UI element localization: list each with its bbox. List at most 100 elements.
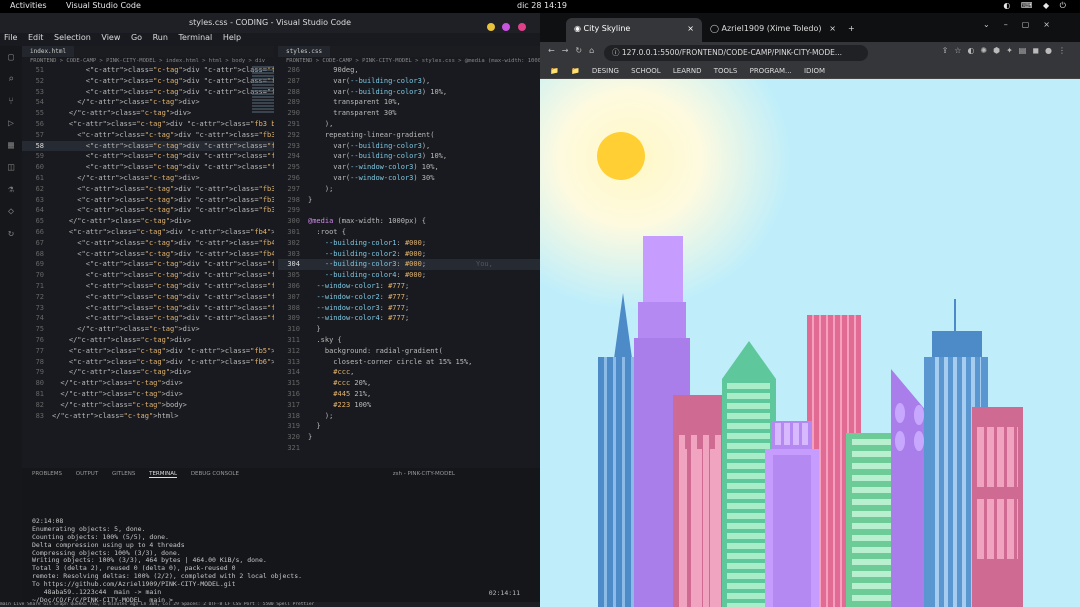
code-line[interactable]: 79 </"c-attr">class="c-tag">div> (22, 367, 274, 378)
code-line[interactable]: 306 --window-color1: #777; (278, 281, 540, 292)
code-line[interactable]: 292 repeating-linear-gradient( (278, 130, 540, 141)
code-line[interactable]: 312 background: radial-gradient( (278, 346, 540, 357)
code-line[interactable]: 72 <"c-attr">class="c-tag">div "c-attr">… (22, 292, 274, 303)
code-line[interactable]: 63 <"c-attr">class="c-tag">div "c-attr">… (22, 195, 274, 206)
testing-icon[interactable]: ⚗ (0, 178, 22, 200)
code-line[interactable]: 71 <"c-attr">class="c-tag">div "c-attr">… (22, 281, 274, 292)
bookmark-program[interactable]: PROGRAM... (750, 67, 792, 75)
code-line[interactable]: 304 --building-color3: #000; You, (278, 259, 540, 271)
menu-go[interactable]: Go (131, 33, 142, 42)
tab-github-profile[interactable]: ◯ Azriel1909 (Xime Toledo) × (702, 18, 840, 42)
extensions-toolbar[interactable]: ⇪☆◐✺⬢✦▤◼●⋮ (942, 46, 1072, 55)
nav-buttons[interactable]: ←→↻⌂ (548, 46, 601, 55)
code-line[interactable]: 66 <"c-attr">class="c-tag">div "c-attr">… (22, 227, 274, 238)
code-line[interactable]: 307 --window-color2: #777; (278, 292, 540, 303)
bookmark-folder-brown[interactable]: 📁 (571, 67, 580, 75)
tab-city-skyline[interactable]: ◉ City Skyline × (566, 18, 702, 42)
tab-terminal[interactable]: TERMINAL (149, 471, 178, 478)
code-line[interactable]: 303 --building-color2: #000; (278, 249, 540, 260)
terminal-output[interactable]: 02:14:08 Enumerating objects: 5, done. Cou… (22, 480, 540, 605)
extensions-icon[interactable]: ▦ (0, 134, 22, 156)
code-line[interactable]: 290 transparent 30% (278, 108, 540, 119)
code-line[interactable]: 82 </"c-attr">class="c-tag">body> (22, 400, 274, 411)
close-icon[interactable] (518, 23, 526, 31)
code-line[interactable]: 311 .sky { (278, 335, 540, 346)
code-line[interactable]: 316 #445 21%, (278, 389, 540, 400)
git-graph-icon[interactable]: ◇ (0, 200, 22, 222)
bookmark-desing[interactable]: DESING (592, 67, 619, 75)
system-tray[interactable]: ◐ ⌨ ◆ ⏻ (1003, 1, 1070, 11)
code-line[interactable]: 296 var(--window-color3) 30% (278, 173, 540, 184)
code-line[interactable]: 56 <"c-attr">class="c-tag">div "c-attr">… (22, 119, 274, 130)
code-line[interactable]: 302 --building-color1: #000; (278, 238, 540, 249)
code-line[interactable]: 75 </"c-attr">class="c-tag">div> (22, 324, 274, 335)
code-line[interactable]: 287 var(--building-color3), (278, 76, 540, 87)
bookmark-folder-heart[interactable]: 📁 (550, 67, 559, 75)
explorer-icon[interactable]: ▢ (0, 46, 22, 68)
code-line[interactable]: 317 #223 100% (278, 400, 540, 411)
system-clock[interactable]: dic 28 14:19 (517, 1, 567, 10)
menu-view[interactable]: View (101, 33, 120, 42)
code-line[interactable]: 74 <"c-attr">class="c-tag">div "c-attr">… (22, 313, 274, 324)
code-line[interactable]: 67 <"c-attr">class="c-tag">div "c-attr">… (22, 238, 274, 249)
code-line[interactable]: 321 (278, 443, 540, 454)
breadcrumb-right[interactable]: FRONTEND > CODE-CAMP > PINK-CITY-MODEL >… (278, 57, 540, 65)
tab-gitlens[interactable]: GITLENS (112, 471, 135, 477)
new-tab-button[interactable]: + (840, 18, 860, 42)
code-line[interactable]: 305 --building-color4: #000; (278, 270, 540, 281)
menu-run[interactable]: Run (153, 33, 168, 42)
activities-button[interactable]: Activities (10, 1, 47, 10)
code-line[interactable]: 308 --window-color3: #777; (278, 303, 540, 314)
code-line[interactable]: 77 <"c-attr">class="c-tag">div "c-attr">… (22, 346, 274, 357)
code-line[interactable]: 68 <"c-attr">class="c-tag">div "c-attr">… (22, 249, 274, 260)
code-line[interactable]: 52 <"c-attr">class="c-tag">div "c-attr">… (22, 76, 274, 87)
code-line[interactable]: 291 ), (278, 119, 540, 130)
breadcrumb-left[interactable]: FRONTEND > CODE-CAMP > PINK-CITY-MODEL >… (22, 57, 274, 65)
code-line[interactable]: 59 <"c-attr">class="c-tag">div "c-attr">… (22, 151, 274, 162)
terminal-panel[interactable]: PROBLEMS OUTPUT GITLENS TERMINAL DEBUG C… (22, 468, 540, 605)
code-line[interactable]: 318 ); (278, 411, 540, 422)
code-line[interactable]: 64 <"c-attr">class="c-tag">div "c-attr">… (22, 205, 274, 216)
code-line[interactable]: 301 :root { (278, 227, 540, 238)
code-line[interactable]: 76 </"c-attr">class="c-tag">div> (22, 335, 274, 346)
code-line[interactable]: 294 var(--building-color3) 10%, (278, 151, 540, 162)
status-bar[interactable]: main Live Share Git Graph Quokka You, 6 … (0, 602, 540, 607)
code-line[interactable]: 61 </"c-attr">class="c-tag">div> (22, 173, 274, 184)
code-line[interactable]: 309 --window-color4: #777; (278, 313, 540, 324)
code-line[interactable]: 289 transparent 10%, (278, 97, 540, 108)
code-editor-right[interactable]: 286 90deg, 287 var(--building-color3), 288… (278, 65, 540, 454)
code-line[interactable]: 310 } (278, 324, 540, 335)
code-line[interactable]: 62 <"c-attr">class="c-tag">div "c-attr">… (22, 184, 274, 195)
code-line[interactable]: 319 } (278, 421, 540, 432)
bookmark-school[interactable]: SCHOOL (631, 67, 661, 75)
tab-debug-console[interactable]: DEBUG CONSOLE (191, 471, 239, 477)
terminal-instance-label[interactable]: zsh - PINK-CITY-MODEL (393, 471, 455, 477)
window-controls[interactable]: ⌄–▢× (983, 20, 1064, 29)
code-line[interactable]: 298} (278, 195, 540, 206)
code-line[interactable]: 314 #ccc, (278, 367, 540, 378)
address-bar[interactable]: ⓘ 127.0.0.1:5500/FRONTEND/CODE-CAMP/PINK… (604, 45, 868, 61)
code-line[interactable]: 70 <"c-attr">class="c-tag">div "c-attr">… (22, 270, 274, 281)
code-line[interactable]: 81 </"c-attr">class="c-tag">div> (22, 389, 274, 400)
code-line[interactable]: 58 <"c-attr">class="c-tag">div "c-attr">… (22, 140, 274, 152)
tab-styles-css[interactable]: styles.css (278, 46, 331, 57)
code-editor-left[interactable]: 51 <"c-attr">class="c-tag">div "c-attr">… (22, 65, 274, 421)
maximize-icon[interactable] (502, 23, 511, 31)
code-line[interactable]: 69 <"c-attr">class="c-tag">div "c-attr">… (22, 259, 274, 270)
search-icon[interactable]: ⌕ (0, 68, 22, 90)
code-line[interactable]: 65 </"c-attr">class="c-tag">div> (22, 216, 274, 227)
minimize-icon[interactable] (486, 23, 495, 31)
code-line[interactable]: 54 </"c-attr">class="c-tag">div> (22, 97, 274, 108)
live-share-icon[interactable]: ↻ (0, 222, 22, 244)
menu-edit[interactable]: Edit (28, 33, 44, 42)
code-line[interactable]: 320} (278, 432, 540, 443)
menu-help[interactable]: Help (223, 33, 241, 42)
code-line[interactable]: 299 (278, 205, 540, 216)
tab-problems[interactable]: PROBLEMS (32, 471, 62, 477)
close-tab-icon[interactable]: × (687, 18, 694, 40)
menu-file[interactable]: File (4, 33, 17, 42)
code-line[interactable]: 83 </"c-attr">class="c-tag">html> (22, 411, 274, 422)
bookmark-tools[interactable]: TOOLS (714, 67, 738, 75)
code-line[interactable]: 80 </"c-attr">class="c-tag">div> (22, 378, 274, 389)
code-line[interactable]: 288 var(--building-color3) 10%, (278, 87, 540, 98)
